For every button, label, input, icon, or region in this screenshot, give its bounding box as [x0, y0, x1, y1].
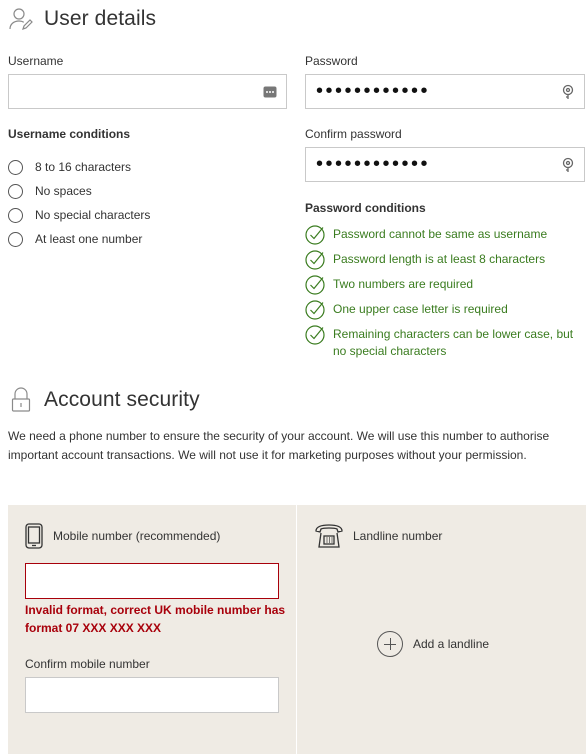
radio-circle-icon: [8, 231, 23, 247]
radio-circle-icon: [8, 207, 23, 223]
list-item: No spaces: [8, 179, 150, 203]
confirm-password-mask: ••••••••••••: [316, 153, 431, 175]
mobile-number-header: Mobile number (recommended): [25, 523, 220, 549]
username-input[interactable]: [8, 74, 287, 109]
plus-circle-icon: [377, 631, 403, 657]
user-edit-icon: [8, 6, 34, 32]
list-item: Password length is at least 8 characters: [305, 250, 580, 270]
password-input[interactable]: ••••••••••••: [305, 74, 585, 109]
password-manager-icon[interactable]: [262, 84, 278, 100]
list-item: Remaining characters can be lower case, …: [305, 325, 580, 360]
username-conditions-title: Username conditions: [8, 127, 131, 141]
add-landline-button[interactable]: Add a landline: [377, 631, 489, 657]
key-icon[interactable]: [560, 157, 576, 173]
password-conditions-title: Password conditions: [305, 201, 426, 215]
landline-number-panel: Landline number Add a landline: [297, 505, 586, 754]
username-label: Username: [8, 54, 64, 68]
mobile-phone-icon: [25, 523, 43, 549]
password-label: Password: [305, 54, 358, 68]
landline-number-header: Landline number: [314, 523, 442, 549]
user-details-title: User details: [44, 7, 157, 30]
padlock-icon: [8, 387, 34, 413]
add-landline-label: Add a landline: [413, 637, 490, 651]
check-circle-icon: [305, 325, 325, 345]
user-details-header: User details: [8, 6, 156, 32]
radio-circle-icon: [8, 183, 23, 199]
landline-phone-icon: [315, 524, 343, 548]
list-item: Password cannot be same as username: [305, 225, 580, 245]
account-security-intro: We need a phone number to ensure the sec…: [8, 429, 550, 462]
list-item: One upper case letter is required: [305, 300, 580, 320]
username-conditions-list: 8 to 16 characters No spaces No special …: [8, 155, 150, 251]
confirm-mobile-input[interactable]: [25, 677, 279, 713]
confirm-password-label: Confirm password: [305, 127, 402, 141]
account-security-header: Account security: [8, 387, 200, 413]
list-item: No special characters: [8, 203, 150, 227]
radio-circle-icon: [8, 159, 23, 175]
landline-number-label: Landline number: [353, 529, 443, 543]
list-item: At least one number: [8, 227, 150, 251]
check-circle-icon: [305, 300, 325, 320]
confirm-mobile-label: Confirm mobile number: [25, 657, 150, 671]
account-security-title: Account security: [44, 388, 200, 411]
password-mask: ••••••••••••: [316, 80, 431, 102]
check-circle-icon: [305, 275, 325, 295]
key-icon[interactable]: [560, 84, 576, 100]
password-conditions-list: Password cannot be same as username Pass…: [305, 225, 580, 366]
confirm-password-input[interactable]: ••••••••••••: [305, 147, 585, 182]
mobile-number-panel: Mobile number (recommended) Invalid form…: [8, 505, 296, 754]
mobile-number-error: Invalid format, correct UK mobile number…: [25, 603, 286, 635]
mobile-number-input[interactable]: [25, 563, 279, 599]
mobile-number-label: Mobile number (recommended): [53, 529, 221, 543]
check-circle-icon: [305, 225, 325, 245]
list-item: Two numbers are required: [305, 275, 580, 295]
list-item: 8 to 16 characters: [8, 155, 150, 179]
check-circle-icon: [305, 250, 325, 270]
